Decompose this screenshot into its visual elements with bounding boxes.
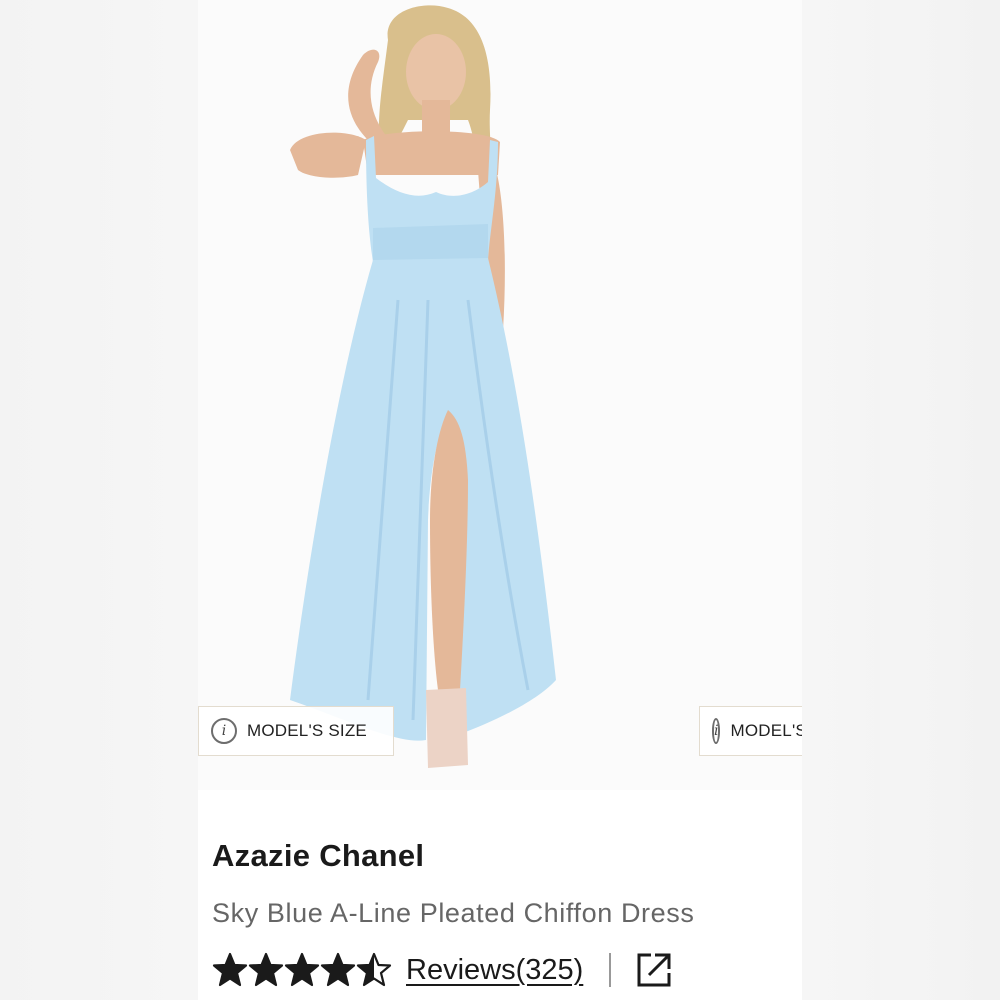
next-model-size-label: MODEL'S SIZE xyxy=(730,721,802,740)
next-model-size-button[interactable]: i MODEL'S SIZE xyxy=(699,706,802,756)
product-image[interactable]: i MODEL'S SIZE i MODEL'S SIZE xyxy=(198,0,802,790)
star-icon xyxy=(212,952,248,987)
info-icon: i xyxy=(712,718,721,744)
info-icon: i xyxy=(211,718,237,744)
star-rating xyxy=(212,952,392,988)
product-card: i MODEL'S SIZE i MODEL'S SIZE Azazie Cha… xyxy=(198,0,802,1000)
product-brand: Azazie Chanel xyxy=(212,838,425,873)
star-icon xyxy=(284,952,320,987)
blurred-background-right xyxy=(802,0,1000,1000)
divider xyxy=(609,953,612,987)
blurred-background-left xyxy=(0,0,198,1000)
model-size-button[interactable]: i MODEL'S SIZE xyxy=(198,706,394,756)
product-subtitle: Sky Blue A-Line Pleated Chiffon Dress xyxy=(212,898,695,928)
rating-row: Reviews(325) xyxy=(212,948,673,992)
external-link-icon[interactable] xyxy=(635,951,673,989)
reviews-link[interactable]: Reviews(325) xyxy=(406,954,583,987)
star-icon xyxy=(248,952,284,987)
dress-model-illustration xyxy=(290,5,556,768)
star-icon xyxy=(320,952,356,987)
model-size-label: MODEL'S SIZE xyxy=(247,721,367,740)
star-icon xyxy=(356,952,392,987)
